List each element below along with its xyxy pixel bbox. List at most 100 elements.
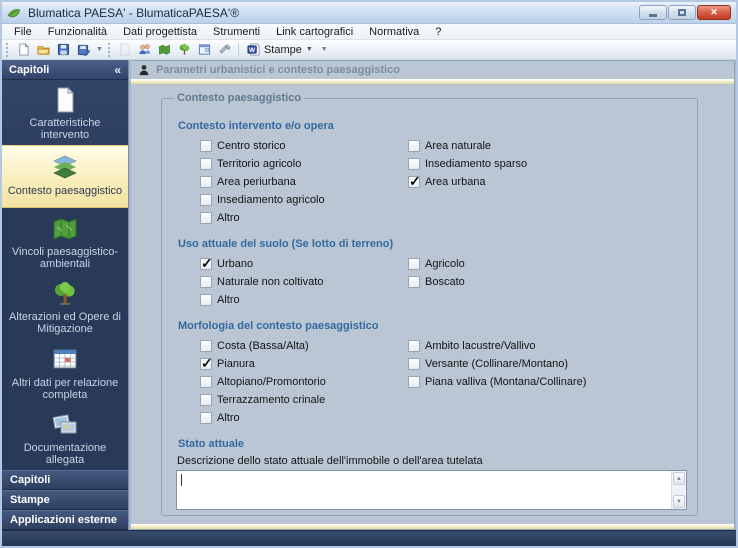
stampe-label: Stampe	[263, 43, 302, 56]
menu-dati-progettista[interactable]: Dati progettista	[115, 25, 205, 39]
checkbox-row-terrazzamento[interactable]: Terrazzamento crinale	[200, 391, 408, 409]
page-disabled-button[interactable]	[115, 41, 135, 58]
sidebar-item-caratteristiche-intervento[interactable]: Caratteristiche intervento	[2, 80, 128, 145]
app-body: Capitoli « Caratteristiche intervento Co…	[2, 60, 736, 530]
toolbar-grip[interactable]	[107, 42, 111, 57]
sidebar-section-capitoli[interactable]: Capitoli	[2, 470, 128, 490]
checkbox-label: Altro	[217, 412, 240, 424]
checkbox-row-versante[interactable]: Versante (Collinare/Montano)	[408, 355, 687, 373]
checkbox-row-insediamento-agricolo[interactable]: Insediamento agricolo	[200, 191, 408, 209]
minimize-button[interactable]	[639, 5, 667, 20]
maximize-button[interactable]	[668, 5, 696, 20]
checkbox-row-insediamento-sparso[interactable]: Insediamento sparso	[408, 155, 687, 173]
checkbox[interactable]	[200, 412, 212, 424]
checkbox[interactable]	[200, 276, 212, 288]
checkbox-row-ambito-lacustre[interactable]: Ambito lacustre/Vallivo	[408, 337, 687, 355]
checkbox[interactable]	[200, 294, 212, 306]
checkbox[interactable]	[408, 358, 420, 370]
window-controls: ✕	[639, 5, 731, 20]
stato-attuale-textarea[interactable]: ▲ ▼	[176, 470, 687, 510]
checkbox-row-urbano[interactable]: Urbano	[200, 255, 408, 273]
stampe-button[interactable]: W Stampe ▼	[242, 42, 318, 57]
sidebar-section-stampe[interactable]: Stampe	[2, 490, 128, 510]
checkbox-row-altopiano[interactable]: Altopiano/Promontorio	[200, 373, 408, 391]
menu-funzionalita[interactable]: Funzionalità	[40, 25, 115, 39]
new-document-button[interactable]	[13, 41, 33, 58]
checkbox[interactable]	[200, 376, 212, 388]
checkbox-row-centro-storico[interactable]: Centro storico	[200, 137, 408, 155]
sidebar-item-documentazione[interactable]: Documentazione allegata	[2, 405, 128, 470]
menu-normativa[interactable]: Normativa	[361, 25, 427, 39]
checkbox-row-altro-3[interactable]: Altro	[200, 409, 408, 427]
checkbox[interactable]	[408, 276, 420, 288]
tools-button[interactable]	[215, 41, 235, 58]
menu-strumenti[interactable]: Strumenti	[205, 25, 268, 39]
close-button[interactable]: ✕	[697, 5, 731, 20]
sidebar-item-altri-dati[interactable]: Altri dati per relazione completa	[2, 339, 128, 404]
checkbox-row-boscato[interactable]: Boscato	[408, 273, 687, 291]
checkbox-row-area-periurbana[interactable]: Area periurbana	[200, 173, 408, 191]
checkbox-label: Centro storico	[217, 140, 286, 152]
checkbox-row-naturale-non-coltivato[interactable]: Naturale non coltivato	[200, 273, 408, 291]
checkbox-row-agricolo[interactable]: Agricolo	[408, 255, 687, 273]
map-button[interactable]	[155, 41, 175, 58]
document-icon	[50, 86, 80, 114]
checkbox[interactable]	[200, 212, 212, 224]
save-button[interactable]	[53, 41, 73, 58]
scroll-down-icon[interactable]: ▼	[673, 495, 685, 508]
section-heading-contesto-intervento: Contesto intervento e/o opera	[178, 120, 334, 132]
close-icon: ✕	[710, 7, 718, 17]
toolbar-grip[interactable]	[6, 42, 9, 57]
checkbox[interactable]	[408, 158, 420, 170]
checkbox-row-territorio-agricolo[interactable]: Territorio agricolo	[200, 155, 408, 173]
checkbox[interactable]	[408, 173, 421, 190]
checkbox-label: Boscato	[425, 276, 465, 288]
menu-file[interactable]: File	[6, 25, 40, 39]
sidebar-item-label: Vincoli paesaggistico-ambientali	[11, 245, 119, 270]
users-button[interactable]	[135, 41, 155, 58]
checkbox-row-altro-1[interactable]: Altro	[200, 209, 408, 227]
checkbox-row-area-naturale[interactable]: Area naturale	[408, 137, 687, 155]
checkbox-row-costa[interactable]: Costa (Bassa/Alta)	[200, 337, 408, 355]
checkbox[interactable]	[200, 394, 212, 406]
checkbox[interactable]	[200, 176, 212, 188]
window-button[interactable]	[195, 41, 215, 58]
checkbox-row-piana-valliva[interactable]: Piana valliva (Montana/Collinare)	[408, 373, 687, 391]
sidebar-item-alterazioni[interactable]: Alterazioni ed Opere di Mitigazione	[2, 274, 128, 339]
save-as-icon	[77, 44, 90, 56]
checkbox[interactable]	[200, 340, 212, 352]
checkbox[interactable]	[200, 255, 213, 272]
checkbox-label: Insediamento agricolo	[217, 194, 325, 206]
sidebar-section-applicazioni-esterne[interactable]: Applicazioni esterne	[2, 510, 128, 530]
open-button[interactable]	[33, 41, 53, 58]
sidebar: Capitoli « Caratteristiche intervento Co…	[2, 60, 129, 530]
collapse-sidebar-button[interactable]: «	[114, 63, 121, 77]
checkbox-label: Agricolo	[425, 258, 465, 270]
checkbox-row-pianura[interactable]: Pianura	[200, 355, 408, 373]
toolbar-overflow-icon[interactable]: ▼	[318, 46, 331, 53]
page-disabled-icon	[120, 43, 131, 56]
checkbox-label: Urbano	[217, 258, 254, 270]
sidebar-item-vincoli[interactable]: Vincoli paesaggistico-ambientali	[2, 208, 128, 273]
word-document-icon: W	[247, 43, 260, 56]
checkbox[interactable]	[200, 158, 212, 170]
checkbox[interactable]	[408, 376, 420, 388]
checkbox[interactable]	[408, 258, 420, 270]
checkbox-row-altro-2[interactable]: Altro	[200, 291, 408, 309]
checkbox-row-area-urbana[interactable]: Area urbana	[408, 173, 687, 191]
textarea-scrollbar[interactable]: ▲ ▼	[671, 471, 686, 509]
checkbox[interactable]	[408, 340, 420, 352]
checkbox[interactable]	[200, 194, 212, 206]
menu-help[interactable]: ?	[427, 25, 449, 39]
checkbox[interactable]	[408, 140, 420, 152]
checkbox[interactable]	[200, 140, 212, 152]
toolbar-overflow-icon[interactable]: ▼	[93, 46, 106, 53]
sidebar-item-contesto-paesaggistico[interactable]: Contesto paesaggistico	[2, 145, 128, 209]
stato-attuale-description-label: Descrizione dello stato attuale dell'imm…	[177, 455, 483, 467]
scroll-up-icon[interactable]: ▲	[673, 472, 685, 485]
tree-button[interactable]	[175, 41, 195, 58]
save-as-button[interactable]	[73, 41, 93, 58]
menu-link-cartografici[interactable]: Link cartografici	[268, 25, 361, 39]
page-title: Parametri urbanistici e contesto paesagg…	[156, 64, 400, 76]
checkbox[interactable]	[200, 355, 213, 372]
